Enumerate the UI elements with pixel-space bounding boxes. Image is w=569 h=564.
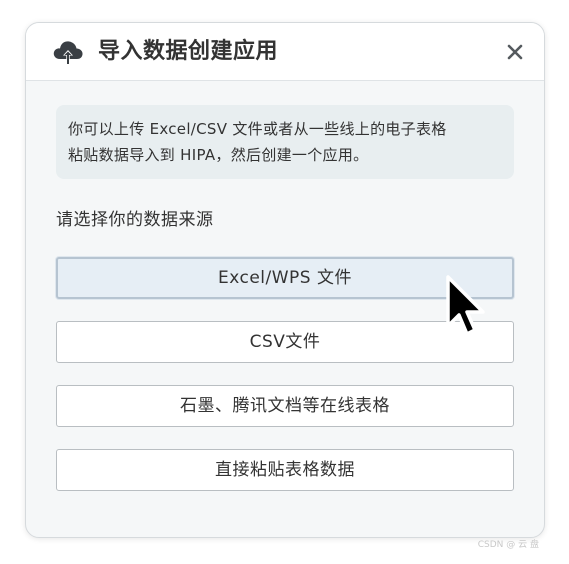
cloud-upload-icon: [53, 41, 83, 65]
close-icon[interactable]: [504, 41, 526, 63]
online-spreadsheet-button[interactable]: 石墨、腾讯文档等在线表格: [56, 385, 514, 427]
info-line: 你可以上传 Excel/CSV 文件或者从一些线上的电子表格: [68, 120, 447, 138]
mouse-cursor-icon: [446, 275, 485, 336]
info-line: 粘贴数据导入到 HIPA，然后创建一个应用。: [68, 146, 369, 164]
paste-table-data-button[interactable]: 直接粘贴表格数据: [56, 449, 514, 491]
dialog-title: 导入数据创建应用: [98, 39, 279, 64]
data-source-label: 请选择你的数据来源: [56, 210, 214, 230]
info-message: 你可以上传 Excel/CSV 文件或者从一些线上的电子表格 粘贴数据导入到 H…: [56, 105, 514, 179]
watermark: CSDN @ 云 盘: [477, 540, 539, 550]
dialog-header: 导入数据创建应用: [26, 23, 544, 81]
